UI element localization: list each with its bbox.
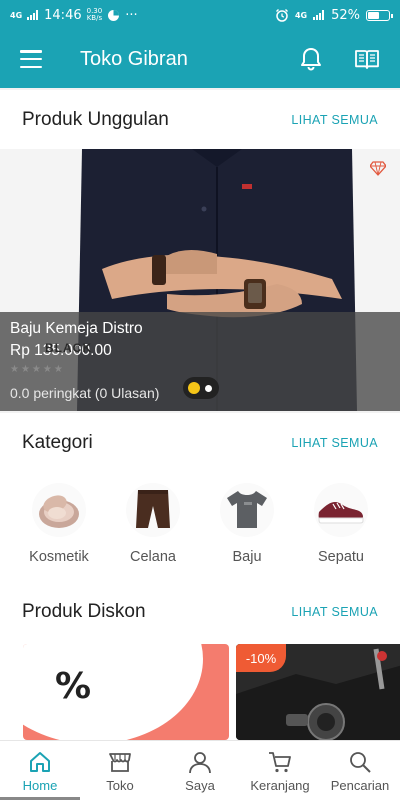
cart-icon — [269, 752, 291, 773]
featured-product-rating: 0.0 peringkat (0 Ulasan) — [10, 385, 160, 401]
network-speed: 0.30 KB/s — [87, 8, 103, 22]
pants-icon — [124, 481, 182, 539]
catalog-book-icon[interactable] — [354, 46, 380, 72]
search-icon — [350, 752, 371, 773]
app-title: Toko Gibran — [80, 47, 188, 70]
status-time: 14:46 — [44, 7, 82, 23]
category-label: Kosmetik — [29, 549, 89, 565]
shoe-icon — [312, 481, 370, 539]
user-icon — [189, 752, 211, 774]
discount-section-title: Produk Diskon — [22, 601, 146, 622]
nav-item-saya[interactable]: Saya — [160, 741, 240, 800]
discount-list: % -10% — [0, 640, 400, 740]
rating-stars: ★★★★★ — [10, 364, 65, 375]
category-section-header: Kategori LIHAT SEMUA — [0, 413, 400, 473]
category-label: Sepatu — [318, 549, 364, 565]
category-item-sepatu[interactable]: Sepatu — [297, 481, 385, 583]
discount-card-product[interactable]: -10% — [236, 644, 400, 740]
category-item-kosmetik[interactable]: Kosmetik — [15, 481, 103, 583]
premium-diamond-icon — [370, 161, 386, 176]
alarm-icon — [275, 9, 288, 22]
promo-circle-shape — [23, 644, 203, 740]
home-icon — [30, 752, 50, 772]
discount-badge: -10% — [236, 644, 286, 672]
nav-item-home[interactable]: Home — [0, 741, 80, 800]
nav-label: Saya — [185, 778, 215, 793]
featured-product-card[interactable]: Baju Kemeja Distro Rp 135.000.00 ★★★★★ 0… — [0, 149, 400, 411]
nav-label: Toko — [106, 778, 134, 793]
bottom-navigation: Home Toko Saya Keranjang Pencarian — [0, 740, 400, 800]
menu-icon[interactable] — [20, 50, 42, 68]
featured-product-name: Baju Kemeja Distro — [10, 320, 143, 337]
signal-icon — [27, 10, 39, 20]
category-label: Baju — [232, 549, 262, 565]
nav-item-toko[interactable]: Toko — [80, 741, 160, 800]
category-see-all-link[interactable]: LIHAT SEMUA — [291, 436, 378, 450]
category-section-title: Kategori — [22, 432, 93, 453]
signal-icon-right — [313, 10, 325, 20]
featured-section-title: Produk Unggulan — [22, 109, 169, 130]
app-bar: Toko Gibran — [0, 30, 400, 88]
nav-item-keranjang[interactable]: Keranjang — [240, 741, 320, 800]
store-icon — [109, 753, 131, 772]
network-indicator-left: 4G — [10, 10, 23, 20]
category-label: Celana — [130, 549, 176, 565]
percent-sign: % — [55, 666, 92, 707]
speed-unit: KB/s — [86, 14, 103, 22]
cosmetic-compact-icon — [30, 481, 88, 539]
discount-section-header: Produk Diskon LIHAT SEMUA — [0, 582, 400, 642]
sync-icon — [108, 9, 120, 21]
tshirt-icon — [218, 481, 276, 539]
featured-section-header: Produk Unggulan LIHAT SEMUA — [0, 90, 400, 150]
featured-see-all-link[interactable]: LIHAT SEMUA — [291, 113, 378, 127]
product-overlay-text: BLACK — [45, 341, 92, 355]
nav-label: Keranjang — [250, 778, 310, 793]
more-notifications: ··· — [125, 7, 138, 23]
battery-icon — [366, 9, 393, 21]
category-item-celana[interactable]: Celana — [109, 481, 197, 583]
discount-card-promo[interactable]: % — [23, 644, 229, 740]
discount-see-all-link[interactable]: LIHAT SEMUA — [291, 605, 378, 619]
pager-dot-active[interactable] — [188, 382, 200, 394]
pager-dot[interactable] — [205, 384, 212, 392]
category-list: Kosmetik Celana Baju Sepatu — [0, 473, 400, 583]
nav-label: Pencarian — [330, 778, 390, 793]
notification-bell-icon[interactable] — [298, 46, 324, 72]
status-bar: 4G 14:46 0.30 KB/s ··· 4G 52% — [0, 0, 400, 30]
category-item-baju[interactable]: Baju — [203, 481, 291, 583]
network-indicator-right: 4G — [294, 10, 308, 20]
battery-percent: 52% — [331, 7, 360, 23]
nav-label: Home — [22, 778, 58, 793]
carousel-pager[interactable] — [183, 377, 219, 399]
nav-item-pencarian[interactable]: Pencarian — [320, 741, 400, 800]
